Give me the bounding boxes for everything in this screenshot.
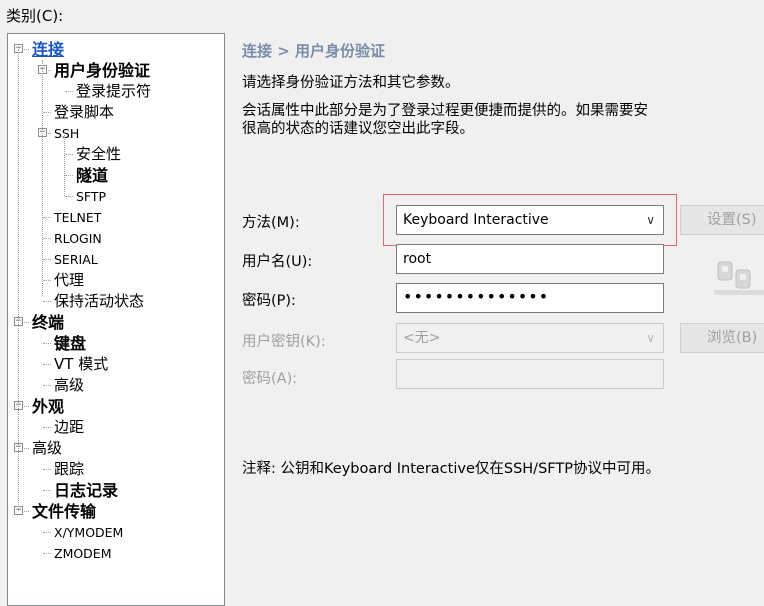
tree-connector	[43, 490, 51, 491]
tree-connector	[43, 259, 51, 260]
tree-item-tunnel[interactable]: 隧道	[8, 165, 224, 186]
password-input[interactable]: ••••••••••••••	[396, 283, 664, 313]
chevron-down-icon: ∨	[646, 331, 655, 345]
password-label: 密码(P):	[242, 293, 296, 309]
tree-item-vt-mode[interactable]: VT 模式	[8, 354, 224, 375]
tree-item-label: 隧道	[76, 166, 109, 185]
tree-connector	[43, 553, 51, 554]
tree-item-login-script[interactable]: 登录脚本	[8, 102, 224, 123]
tree-item-label: 日志记录	[54, 481, 119, 500]
tree-connector	[65, 91, 73, 92]
tree-item-label: 代理	[54, 271, 85, 289]
tree-item-label: 用户身份验证	[54, 61, 151, 80]
username-input[interactable]: root	[396, 244, 664, 274]
tree-item-label: 连接	[32, 40, 65, 59]
breadcrumb: 连接 > 用户身份验证	[242, 42, 386, 60]
username-label: 用户名(U):	[242, 254, 313, 270]
user-key-select[interactable]: <无> ∨	[396, 323, 664, 353]
method-highlight-box	[383, 194, 677, 246]
tree-item-label: 跟踪	[54, 460, 85, 478]
description-line-3: 很高的状态的话建议您空出此字段。	[242, 121, 474, 137]
tree-item-label: 终端	[32, 313, 65, 332]
tree-item-label: 高级	[54, 376, 85, 394]
tree-item-label: RLOGIN	[54, 231, 102, 246]
tree-guide-line	[42, 60, 43, 296]
browse-button[interactable]: 浏览(B)	[680, 323, 764, 353]
tree-item-telnet[interactable]: TELNET	[8, 207, 224, 228]
tree-item-auth[interactable]: − 用户身份验证	[8, 60, 224, 81]
tree-item-serial[interactable]: SERIAL	[8, 249, 224, 270]
tree-connector	[65, 196, 73, 197]
tree-connector	[43, 301, 51, 302]
tree-item-label: TELNET	[54, 210, 102, 225]
tree-item-security[interactable]: 安全性	[8, 144, 224, 165]
method-label: 方法(M):	[242, 215, 300, 231]
tree-item-label: 边距	[54, 418, 85, 436]
category-label: 类别(C):	[6, 7, 64, 25]
tree-item-label: 登录脚本	[54, 103, 115, 121]
tree-connector	[43, 280, 51, 281]
tree-item-label: VT 模式	[54, 355, 109, 373]
tree-item-zmodem[interactable]: ZMODEM	[8, 543, 224, 564]
tree-connector	[43, 238, 51, 239]
tree-item-logging[interactable]: 日志记录	[8, 480, 224, 501]
tree-item-label: SERIAL	[54, 252, 98, 267]
tree-guide-line	[18, 49, 19, 511]
tree-connector	[43, 469, 51, 470]
passphrase-label: 密码(A):	[242, 371, 298, 387]
tree-item-file-transfer[interactable]: − 文件传输	[8, 501, 224, 522]
description-line-1: 请选择身份验证方法和其它参数。	[242, 75, 460, 91]
tree-item-sftp[interactable]: SFTP	[8, 186, 224, 207]
tree-item-label: 保持活动状态	[54, 292, 145, 310]
tree-item-rlogin[interactable]: RLOGIN	[8, 228, 224, 249]
tree-connector	[43, 385, 51, 386]
tree-item-margin[interactable]: 边距	[8, 417, 224, 438]
tree-item-proxy[interactable]: 代理	[8, 270, 224, 291]
note-text: 注释: 公钥和Keyboard Interactive仅在SSH/SFTP协议中…	[242, 461, 660, 477]
tree-item-label: 文件传输	[32, 502, 97, 521]
tree-item-label: 键盘	[54, 334, 87, 353]
tree-item-label: X/YMODEM	[54, 525, 124, 540]
tree-item-term-advanced[interactable]: 高级	[8, 375, 224, 396]
tree-connector	[43, 217, 51, 218]
tree-guide-line	[64, 133, 65, 196]
tree-item-ssh[interactable]: − SSH	[8, 123, 224, 144]
tree-item-label: SFTP	[76, 189, 107, 204]
tree-item-trace[interactable]: 跟踪	[8, 459, 224, 480]
tree-item-terminal[interactable]: − 终端	[8, 312, 224, 333]
tree-item-xymodem[interactable]: X/YMODEM	[8, 522, 224, 543]
tree-item-appearance[interactable]: − 外观	[8, 396, 224, 417]
tree-connector	[65, 154, 73, 155]
tree-item-label: 高级	[32, 439, 63, 457]
tree-connector	[65, 175, 73, 176]
passphrase-input[interactable]	[396, 359, 664, 389]
tree-item-label: SSH	[54, 126, 80, 141]
tree-connector	[43, 343, 51, 344]
tree-item-keepalive[interactable]: 保持活动状态	[8, 291, 224, 312]
tree-item-label: 外观	[32, 397, 65, 416]
tree-item-advanced[interactable]: − 高级	[8, 438, 224, 459]
tree-connector	[43, 532, 51, 533]
tree-item-label: ZMODEM	[54, 546, 112, 561]
tree-item-login-prompt[interactable]: 登录提示符	[8, 81, 224, 102]
method-settings-button[interactable]: 设置(S)	[680, 205, 764, 235]
tree-item-keyboard[interactable]: 键盘	[8, 333, 224, 354]
tree-item-conn[interactable]: − 连接	[8, 39, 224, 60]
key-icon	[714, 261, 764, 295]
category-tree[interactable]: − 连接 − 用户身份验证 登录提示符登录脚本 − SSH 安全性隧道 SFTP TELNET RL…	[7, 33, 225, 606]
tree-connector	[43, 364, 51, 365]
tree-connector	[43, 112, 51, 113]
tree-item-label: 安全性	[76, 145, 122, 163]
tree-connector	[43, 427, 51, 428]
user-key-value: <无>	[403, 330, 441, 346]
user-key-label: 用户密钥(K):	[242, 334, 326, 350]
tree-item-label: 登录提示符	[76, 82, 152, 100]
